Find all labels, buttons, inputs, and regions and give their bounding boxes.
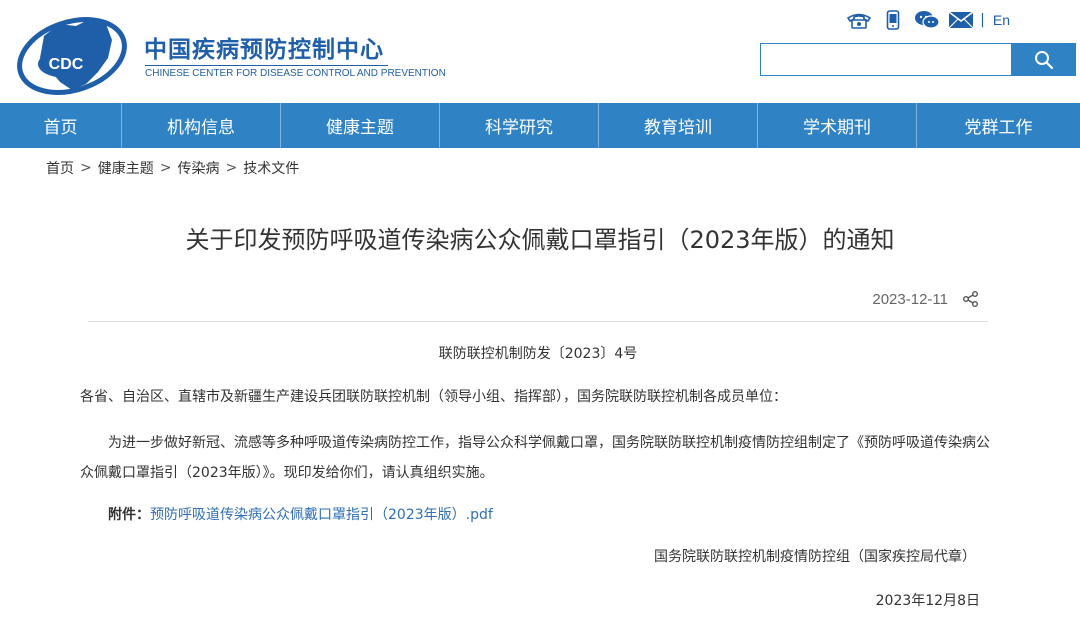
nav-item-education[interactable]: 教育培训: [599, 103, 758, 148]
breadcrumb-health-topics[interactable]: 健康主题: [98, 158, 154, 178]
breadcrumb-separator: >: [80, 160, 92, 176]
attachment-line: 附件：预防呼吸道传染病公众佩戴口罩指引（2023年版）.pdf: [108, 504, 493, 524]
site-header: CDC 中国疾病预防控制中心 CHINESE CENTER FOR DISEAS…: [0, 0, 1080, 103]
breadcrumb-technical-documents[interactable]: 技术文件: [243, 158, 299, 178]
nav-item-party-work[interactable]: 党群工作: [917, 103, 1080, 148]
article-meta: 2023-12-11: [872, 290, 980, 308]
breadcrumb: 首页 > 健康主题 > 传染病 > 技术文件: [46, 158, 299, 178]
nav-item-organization[interactable]: 机构信息: [122, 103, 281, 148]
title-underline: [145, 65, 388, 66]
recipients: 各省、自治区、直辖市及新疆生产建设兵团联防联控机制（领导小组、指挥部），国务院联…: [80, 389, 787, 405]
sign-date: 2023年12月8日: [875, 593, 980, 609]
article-title: 关于印发预防呼吸道传染病公众佩戴口罩指引（2023年版）的通知: [185, 226, 895, 254]
site-title[interactable]: 中国疾病预防控制中心: [144, 30, 384, 64]
nav-item-journals[interactable]: 学术期刊: [758, 103, 917, 148]
cdc-logo[interactable]: CDC: [14, 6, 130, 100]
main-nav: 首页 机构信息 健康主题 科学研究 教育培训 学术期刊 党群工作: [0, 103, 1080, 148]
nav-item-home[interactable]: 首页: [0, 103, 122, 148]
breadcrumb-infectious-disease[interactable]: 传染病: [177, 158, 219, 178]
search-icon: [1035, 50, 1054, 69]
attachment-pdf-link[interactable]: 预防呼吸道传染病公众佩戴口罩指引（2023年版）.pdf: [150, 507, 493, 523]
logo-text: CDC: [49, 56, 84, 73]
nav-item-research[interactable]: 科学研究: [440, 103, 599, 148]
top-icon-bar: | En: [842, 8, 1010, 32]
document-number: 联防联控机制防发〔2023〕4号: [438, 346, 638, 362]
body-paragraph: 为进一步做好新冠、流感等多种呼吸道传染病防控工作，指导公众科学佩戴口罩，国务院联…: [80, 435, 990, 481]
breadcrumb-home[interactable]: 首页: [46, 158, 74, 178]
breadcrumb-separator: >: [225, 160, 238, 176]
publish-date: 2023-12-11: [872, 290, 948, 308]
english-link[interactable]: En: [993, 12, 1010, 28]
search-button[interactable]: [1012, 43, 1076, 76]
site-subtitle: CHINESE CENTER FOR DISEASE CONTROL AND P…: [145, 68, 446, 79]
share-icon[interactable]: [962, 290, 980, 308]
wechat-icon[interactable]: [910, 8, 944, 32]
nav-item-health-topics[interactable]: 健康主题: [281, 103, 440, 148]
attachment-label: 附件：: [108, 507, 150, 523]
signer: 国务院联防联控机制疫情防控组（国家疾控局代章）: [654, 549, 976, 565]
title-divider: [88, 321, 988, 322]
breadcrumb-separator: >: [159, 160, 172, 176]
lang-separator: |: [980, 12, 985, 28]
mail-icon[interactable]: [944, 8, 978, 32]
search-input[interactable]: [760, 43, 1012, 76]
phone-icon[interactable]: [842, 8, 876, 32]
mobile-icon[interactable]: [876, 8, 910, 32]
